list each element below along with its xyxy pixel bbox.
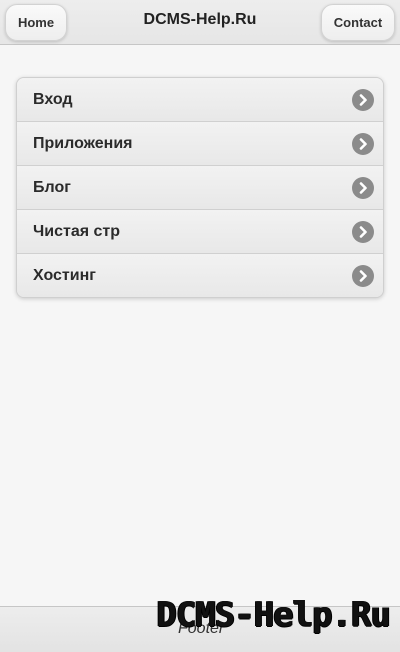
contact-button[interactable]: Contact bbox=[321, 4, 395, 41]
chevron-right-icon bbox=[352, 133, 374, 155]
header-bar: Home DCMS-Help.Ru Contact bbox=[0, 0, 400, 45]
chevron-right-icon bbox=[352, 265, 374, 287]
menu-item-blank-page[interactable]: Чистая стр bbox=[17, 210, 383, 254]
menu-item-label: Чистая стр bbox=[33, 222, 120, 240]
contact-button-label: Contact bbox=[333, 15, 383, 30]
menu-item-label: Хостинг bbox=[33, 266, 96, 284]
chevron-right-icon bbox=[352, 89, 374, 111]
app: Home DCMS-Help.Ru Contact Вход Приложени… bbox=[0, 0, 400, 652]
menu-item-apps[interactable]: Приложения bbox=[17, 122, 383, 166]
menu-list: Вход Приложения Блог Чистая стр Хостинг bbox=[16, 77, 384, 298]
watermark-logo: DCMS-Help.Ru bbox=[156, 595, 391, 635]
menu-item-blog[interactable]: Блог bbox=[17, 166, 383, 210]
menu-item-label: Вход bbox=[33, 90, 73, 108]
chevron-right-icon bbox=[352, 177, 374, 199]
chevron-right-icon bbox=[352, 221, 374, 243]
menu-item-hosting[interactable]: Хостинг bbox=[17, 254, 383, 297]
menu-item-label: Приложения bbox=[33, 134, 133, 152]
menu-item-label: Блог bbox=[33, 178, 71, 196]
menu-item-login[interactable]: Вход bbox=[17, 78, 383, 122]
